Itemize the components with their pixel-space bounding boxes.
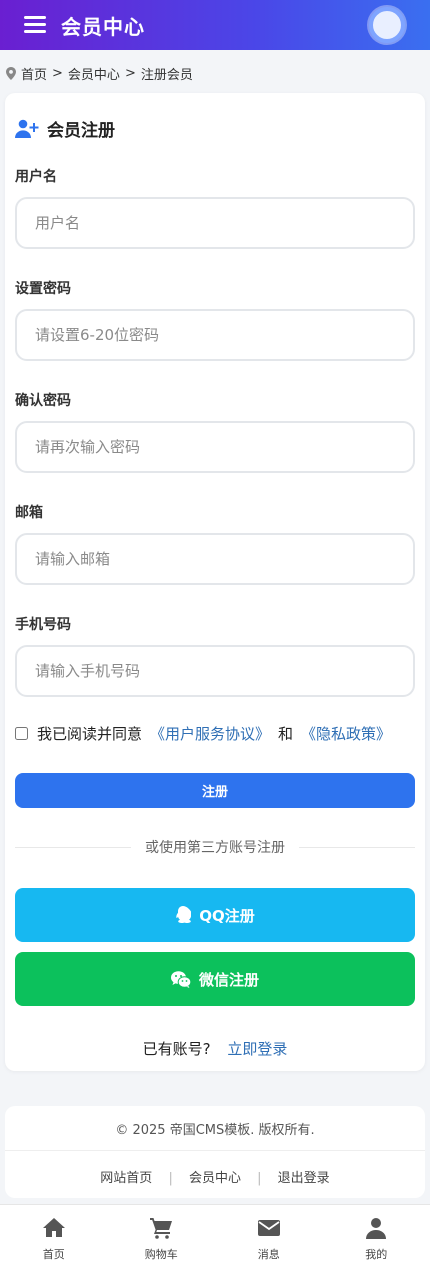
confirm-password-input[interactable]: [15, 421, 415, 473]
login-link[interactable]: 立即登录: [227, 1040, 287, 1058]
username-label: 用户名: [15, 169, 57, 185]
wechat-register-label: 微信注册: [198, 970, 259, 989]
cart-icon: [150, 1218, 173, 1239]
footer-separator: |: [257, 1171, 262, 1186]
breadcrumb-current: 注册会员: [140, 67, 193, 83]
qq-icon: [176, 906, 192, 923]
breadcrumb: 首页 > 会员中心 > 注册会员: [6, 63, 193, 83]
copyright-text: © 2025 帝国CMS模板. 版权所有.: [115, 1123, 315, 1138]
tab-messages-label: 消息: [257, 1248, 280, 1261]
register-button[interactable]: 注册: [15, 773, 415, 808]
tab-profile[interactable]: 我的: [323, 1205, 430, 1276]
user-icon: [366, 1218, 387, 1239]
footer-link-home[interactable]: 网站首页: [100, 1171, 152, 1186]
confirm-password-label: 确认密码: [15, 393, 71, 409]
qq-register-label: QQ注册: [199, 906, 255, 925]
user-plus-icon: [15, 119, 39, 138]
third-party-divider: 或使用第三方账号注册: [15, 835, 415, 859]
username-input[interactable]: [15, 197, 415, 249]
footer-link-logout[interactable]: 退出登录: [278, 1171, 330, 1186]
envelope-icon: [257, 1220, 280, 1236]
location-pin-icon: [6, 66, 16, 80]
home-icon: [42, 1218, 65, 1237]
register-title: 会员注册: [15, 116, 115, 141]
email-label: 邮箱: [15, 505, 43, 521]
login-prompt: 已有账号? 立即登录: [5, 1038, 425, 1059]
bottom-tab-bar: 首页 购物车 消息 我的: [0, 1204, 430, 1276]
footer-separator: |: [168, 1171, 173, 1186]
agree-text: 我已阅读并同意: [37, 725, 143, 743]
wechat-icon: [170, 970, 191, 988]
phone-label: 手机号码: [15, 617, 71, 633]
privacy-policy-link[interactable]: 《隐私政策》: [301, 723, 391, 744]
user-agreement-link[interactable]: 《用户服务协议》: [150, 723, 270, 744]
tab-messages[interactable]: 消息: [215, 1205, 323, 1276]
tab-profile-label: 我的: [365, 1248, 388, 1261]
tab-cart-label: 购物车: [144, 1248, 178, 1261]
footer-divider: [5, 1150, 425, 1151]
tab-cart[interactable]: 购物车: [108, 1205, 216, 1276]
agreement-row: 我已阅读并同意 《用户服务协议》 和 《隐私政策》: [15, 723, 399, 744]
breadcrumb-home-link[interactable]: 首页: [21, 64, 47, 83]
phone-input[interactable]: [15, 645, 415, 697]
page-title: 会员中心: [61, 14, 145, 39]
agree-checkbox[interactable]: [15, 727, 28, 740]
register-card: 会员注册 用户名 设置密码 确认密码 邮箱 手机号码 我已阅读并同意 《用户服务…: [5, 93, 425, 1071]
email-input[interactable]: [15, 533, 415, 585]
avatar[interactable]: [369, 7, 405, 43]
breadcrumb-separator: >: [52, 65, 63, 81]
breadcrumb-separator: >: [124, 65, 136, 81]
agree-and-text: 和: [278, 725, 294, 743]
password-input[interactable]: [15, 309, 415, 361]
tab-home-label: 首页: [42, 1248, 65, 1261]
password-label: 设置密码: [15, 281, 71, 297]
breadcrumb-member-link[interactable]: 会员中心: [68, 64, 120, 83]
footer-links: 网站首页 | 会员中心 | 退出登录: [5, 1167, 425, 1186]
qq-register-button[interactable]: QQ注册: [15, 888, 415, 942]
tab-home[interactable]: 首页: [0, 1205, 108, 1276]
footer: © 2025 帝国CMS模板. 版权所有. 网站首页 | 会员中心 | 退出登录: [5, 1106, 425, 1198]
have-account-text: 已有账号?: [142, 1040, 211, 1058]
wechat-register-button[interactable]: 微信注册: [15, 952, 415, 1006]
top-header: 会员中心: [0, 0, 430, 50]
menu-icon[interactable]: [24, 16, 46, 34]
divider-text: 或使用第三方账号注册: [145, 840, 285, 856]
footer-link-member[interactable]: 会员中心: [189, 1171, 241, 1186]
register-title-text: 会员注册: [47, 121, 115, 141]
